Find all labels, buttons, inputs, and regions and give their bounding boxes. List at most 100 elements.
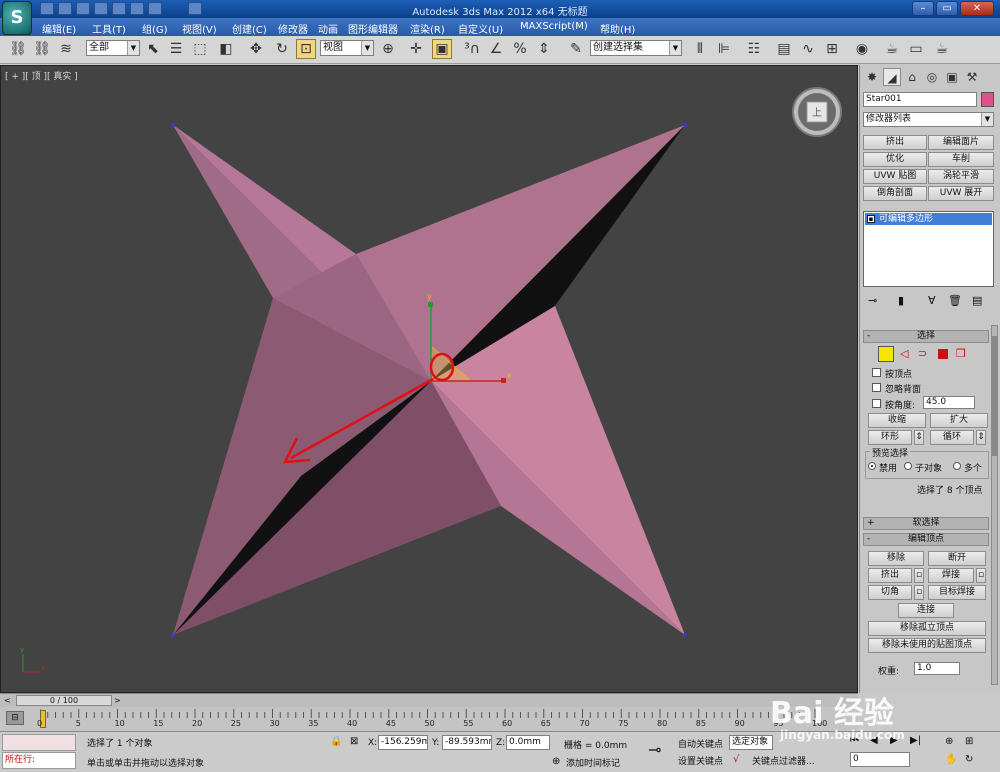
percent-snap-icon[interactable]: % xyxy=(510,39,530,59)
loop-button[interactable]: 循环 xyxy=(930,430,974,445)
next-frame-button-icon[interactable]: ▶| xyxy=(910,735,921,746)
ring-button[interactable]: 环形 xyxy=(868,430,912,445)
make-unique-icon[interactable]: ∀ xyxy=(928,294,936,307)
time-slider[interactable]: < 0 / 100 > xyxy=(0,693,858,707)
fetch-icon[interactable] xyxy=(148,2,162,15)
maxscript-listener-mini[interactable] xyxy=(2,734,76,751)
save-file-icon[interactable] xyxy=(76,2,90,15)
maximize-button[interactable]: ▭ xyxy=(936,1,958,16)
rectangular-selection-icon[interactable]: ⬚ xyxy=(190,39,210,59)
remove-isolated-vertices-button[interactable]: 移除孤立顶点 xyxy=(868,621,986,636)
preview-subobject-radio[interactable] xyxy=(904,462,912,470)
lock-selection-icon[interactable]: 🔒 xyxy=(330,736,342,747)
zoom-all-icon[interactable]: ⊞ xyxy=(965,736,973,747)
modifier-list-dropdown[interactable]: 修改器列表 ▼ xyxy=(863,112,994,127)
schematic-view-icon[interactable]: ⊞ xyxy=(822,39,842,59)
orbit-icon[interactable]: ↻ xyxy=(965,754,973,765)
add-time-tag-text[interactable]: 添加时间标记 xyxy=(566,756,620,769)
weld-settings-button[interactable]: ▫ xyxy=(976,568,986,583)
modifier-unwrap-uvw-button[interactable]: UVW 展开 xyxy=(928,186,994,201)
running-line-field[interactable]: 所在行: xyxy=(2,752,76,769)
object-name-field[interactable]: Star001 xyxy=(863,92,977,107)
menu-modifiers[interactable]: 修改器 xyxy=(278,21,308,36)
configure-modifier-sets-icon[interactable]: ▤ xyxy=(972,294,982,307)
menu-customize[interactable]: 自定义(U) xyxy=(458,21,503,36)
show-end-result-icon[interactable]: ▮ xyxy=(898,294,904,307)
select-and-move-icon[interactable]: ✥ xyxy=(246,39,266,59)
align-icon[interactable]: ⊫ xyxy=(714,39,734,59)
vertex-subobject-icon[interactable] xyxy=(878,346,894,362)
mirror-icon[interactable]: ⫴ xyxy=(690,39,710,59)
angle-value-field[interactable]: 45.0 xyxy=(923,396,975,409)
select-object-icon[interactable]: ⬉ xyxy=(143,39,163,59)
track-bar[interactable]: ⊟ 0 5 10 15 20 25 30 35 40 45 50 55 60 65 70 75 80 85 90 95… xyxy=(0,707,858,731)
hierarchy-tab-icon[interactable]: ⌂ xyxy=(903,68,921,86)
menu-group[interactable]: 组(G) xyxy=(142,21,168,36)
absolute-mode-icon[interactable]: ⊠ xyxy=(350,736,358,747)
menu-edit[interactable]: 编辑(E) xyxy=(42,21,76,36)
keyboard-shortcut-override-icon[interactable]: ▣ xyxy=(432,39,452,59)
menu-rendering[interactable]: 渲染(R) xyxy=(410,21,445,36)
material-editor-icon[interactable]: ◉ xyxy=(852,39,872,59)
select-by-name-icon[interactable]: ☰ xyxy=(166,39,186,59)
chamfer-settings-button[interactable]: ▫ xyxy=(914,585,924,600)
zoom-icon[interactable]: ⊕ xyxy=(945,736,953,747)
chamfer-button[interactable]: 切角 xyxy=(868,585,912,600)
remove-unused-map-verts-button[interactable]: 移除未使用的贴图顶点 xyxy=(868,638,986,653)
modifier-extrude-button[interactable]: 挤出 xyxy=(863,135,927,150)
render-setup-icon[interactable]: ☕ xyxy=(882,39,902,59)
selection-set-dropdown[interactable]: 选定对象 xyxy=(729,735,773,750)
menu-animation[interactable]: 动画 xyxy=(318,21,338,36)
ignore-backfacing-checkbox[interactable] xyxy=(872,383,881,392)
angle-snap-icon[interactable]: ∠ xyxy=(486,39,506,59)
menu-help[interactable]: 帮助(H) xyxy=(600,21,635,36)
prev-frame-icon[interactable]: < xyxy=(4,695,14,706)
unlink-icon[interactable]: ⛓ xyxy=(32,39,52,59)
hold-icon[interactable] xyxy=(130,2,144,15)
time-slider-thumb[interactable]: 0 / 100 xyxy=(16,695,112,706)
break-button[interactable]: 断开 xyxy=(928,551,986,566)
expand-icon[interactable]: ▪ xyxy=(867,215,875,223)
vertex[interactable] xyxy=(683,123,687,127)
open-file-icon[interactable] xyxy=(58,2,72,15)
modifier-edit-patch-button[interactable]: 编辑面片 xyxy=(928,135,994,150)
bind-space-warp-icon[interactable]: ≋ xyxy=(56,39,76,59)
remove-modifier-icon[interactable]: 🗑 xyxy=(948,294,962,307)
vertex[interactable] xyxy=(683,633,687,637)
pivot-center-icon[interactable]: ⊕ xyxy=(378,39,398,59)
menu-tools[interactable]: 工具(T) xyxy=(92,21,126,36)
extrude-settings-button[interactable]: ▫ xyxy=(914,568,924,583)
object-color-swatch[interactable] xyxy=(981,92,994,107)
project-folder-icon[interactable] xyxy=(188,2,202,15)
selection-filter-dropdown[interactable]: 全部 ▼ xyxy=(86,40,140,56)
modifier-optimize-button[interactable]: 优化 xyxy=(863,152,927,167)
pin-stack-icon[interactable]: ⊸ xyxy=(868,294,877,307)
curve-editor-icon[interactable]: ∿ xyxy=(798,39,818,59)
y-coord-field[interactable]: -89.593mm xyxy=(442,735,492,750)
loop-spinner[interactable]: ⇕ xyxy=(976,430,986,445)
modifier-stack[interactable]: ▪ 可编辑多边形 xyxy=(863,211,994,287)
reference-coordinate-dropdown[interactable]: 视图 ▼ xyxy=(320,40,374,56)
link-icon[interactable]: ⛓ xyxy=(8,39,28,59)
auto-key-button[interactable]: 自动关键点 xyxy=(678,737,723,750)
by-vertex-checkbox[interactable] xyxy=(872,368,881,377)
create-tab-icon[interactable]: ✸ xyxy=(863,68,881,86)
graphite-tools-icon[interactable]: ▤ xyxy=(774,39,794,59)
rendered-frame-window-icon[interactable]: ▭ xyxy=(906,39,926,59)
display-tab-icon[interactable]: ▣ xyxy=(943,68,961,86)
selection-rollout-header[interactable]: - 选择 xyxy=(863,330,989,343)
current-frame-field[interactable]: 0 xyxy=(850,752,910,767)
modifier-lathe-button[interactable]: 车削 xyxy=(928,152,994,167)
render-production-icon[interactable]: ☕ xyxy=(932,39,952,59)
menu-views[interactable]: 视图(V) xyxy=(182,21,217,36)
select-manipulate-icon[interactable]: ✛ xyxy=(406,39,426,59)
viewport-top[interactable]: [ + ][ 顶 ][ 真实 ] y x y x 上 xyxy=(0,65,858,693)
command-panel-scrollbar[interactable] xyxy=(991,325,998,685)
weight-field[interactable]: 1.0 xyxy=(914,662,960,675)
preview-disable-radio[interactable] xyxy=(868,462,876,470)
edge-subobject-icon[interactable]: ◁ xyxy=(900,347,908,360)
menu-graph-editors[interactable]: 图形编辑器 xyxy=(348,21,398,36)
weld-button[interactable]: 焊接 xyxy=(928,568,974,583)
preview-multi-radio[interactable] xyxy=(953,462,961,470)
layer-manager-icon[interactable]: ☷ xyxy=(744,39,764,59)
